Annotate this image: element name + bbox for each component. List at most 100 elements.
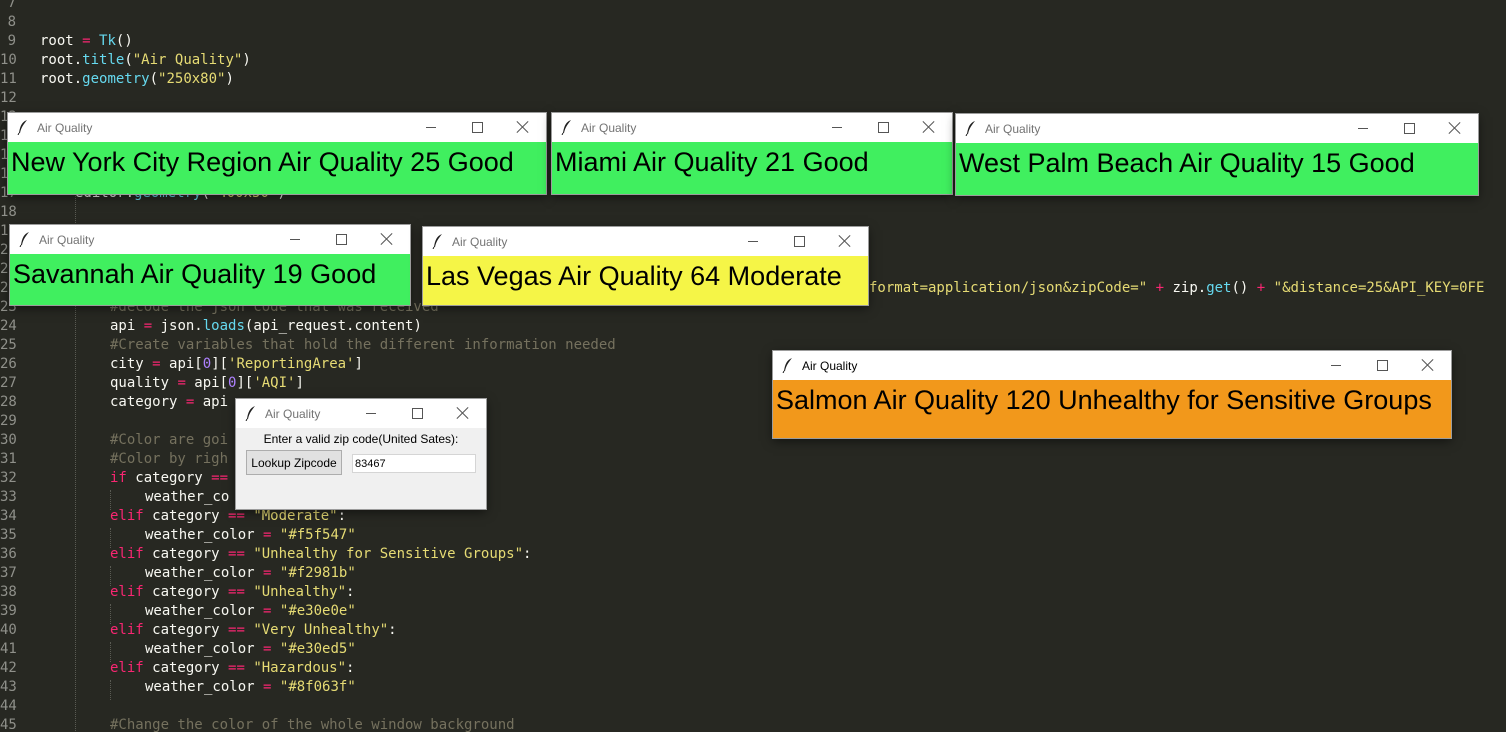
window-title: Air Quality xyxy=(985,122,1041,136)
air-quality-label: Miami Air Quality 21 Good xyxy=(552,142,952,194)
code-text: elif category == "Moderate": xyxy=(110,508,347,524)
minimize-button[interactable] xyxy=(1340,114,1386,143)
line-number: 42 xyxy=(0,660,17,676)
line-number: 38 xyxy=(0,584,17,600)
line-number: 41 xyxy=(0,641,17,657)
line-number: 18 xyxy=(0,204,17,220)
air-quality-label: Las Vegas Air Quality 64 Moderate xyxy=(423,256,868,305)
close-button[interactable] xyxy=(906,113,952,142)
line-number: 39 xyxy=(0,603,17,619)
window-title: Air Quality xyxy=(452,235,508,249)
code-text: root = Tk() xyxy=(40,33,133,49)
maximize-button[interactable] xyxy=(776,227,822,256)
line-number: 10 xyxy=(0,52,17,68)
zip-prompt-label: Enter a valid zip code(United Sates): xyxy=(263,432,459,446)
code-line: 7 xyxy=(0,0,40,13)
code-line: 25 #Create variables that hold the differ… xyxy=(0,336,616,355)
title-bar[interactable]: Air Quality xyxy=(773,351,1451,380)
close-button[interactable] xyxy=(1432,114,1478,143)
code-text: weather_color = "#8f063f" xyxy=(145,679,356,695)
code-line: 10 root.title("Air Quality") xyxy=(0,51,251,70)
close-icon xyxy=(381,233,393,245)
maximize-button[interactable] xyxy=(454,113,500,142)
line-number: 28 xyxy=(0,394,17,410)
code-text: category = api xyxy=(110,394,229,410)
line-number: 24 xyxy=(0,318,17,334)
code-line: 11 root.geometry("250x80") xyxy=(0,70,234,89)
code-text: root.geometry("250x80") xyxy=(40,71,234,87)
aq-window-west-palm-beach[interactable]: Air Quality West Palm Beach Air Quality … xyxy=(956,114,1478,195)
minimize-icon xyxy=(426,127,436,128)
maximize-icon xyxy=(878,122,889,133)
zip-lookup-window[interactable]: Air Quality Enter a valid zip code(Unite… xyxy=(236,399,486,509)
air-quality-label: New York City Region Air Quality 25 Good xyxy=(8,142,546,194)
code-text: quality = api[0]['AQI'] xyxy=(110,375,304,391)
code-text: api = json.loads(api_request.content) xyxy=(110,318,422,334)
line-number: 43 xyxy=(0,679,17,695)
line-number: 9 xyxy=(7,33,16,49)
title-bar[interactable]: Air Quality xyxy=(956,114,1478,143)
minimize-button[interactable] xyxy=(348,399,394,428)
tk-feather-icon xyxy=(17,120,27,135)
air-quality-label: Salmon Air Quality 120 Unhealthy for Sen… xyxy=(773,380,1451,438)
close-icon xyxy=(923,121,935,133)
aq-window-miami[interactable]: Air Quality Miami Air Quality 21 Good xyxy=(552,113,952,194)
title-bar[interactable]: Air Quality xyxy=(10,225,410,254)
minimize-button[interactable] xyxy=(730,227,776,256)
title-bar[interactable]: Air Quality xyxy=(8,113,546,142)
close-button[interactable] xyxy=(364,225,410,254)
maximize-button[interactable] xyxy=(318,225,364,254)
title-bar[interactable]: Air Quality xyxy=(552,113,952,142)
title-bar[interactable]: Air Quality xyxy=(236,399,486,428)
tk-feather-icon xyxy=(965,121,975,136)
minimize-button[interactable] xyxy=(408,113,454,142)
close-button[interactable] xyxy=(500,113,546,142)
zipcode-input[interactable] xyxy=(352,454,476,473)
code-text: weather_color = "#e30ed5" xyxy=(145,641,356,657)
close-button[interactable] xyxy=(1405,351,1451,380)
line-number: 36 xyxy=(0,546,17,562)
close-button[interactable] xyxy=(822,227,868,256)
aq-window-salmon[interactable]: Air Quality Salmon Air Quality 120 Unhea… xyxy=(773,351,1451,438)
maximize-icon xyxy=(472,122,483,133)
code-text: #Create variables that hold the differen… xyxy=(110,337,616,353)
maximize-button[interactable] xyxy=(1386,114,1432,143)
window-title: Air Quality xyxy=(265,407,321,421)
aq-window-las-vegas[interactable]: Air Quality Las Vegas Air Quality 64 Mod… xyxy=(423,227,868,305)
title-bar[interactable]: Air Quality xyxy=(423,227,868,256)
minimize-icon xyxy=(290,239,300,240)
maximize-button[interactable] xyxy=(394,399,440,428)
close-button[interactable] xyxy=(440,399,486,428)
line-number: 44 xyxy=(0,698,17,714)
air-quality-label: Savannah Air Quality 19 Good xyxy=(10,254,410,305)
tk-feather-icon xyxy=(245,406,255,421)
code-line: 8 xyxy=(0,13,40,32)
close-icon xyxy=(839,235,851,247)
code-text: root.title("Air Quality") xyxy=(40,52,251,68)
minimize-button[interactable] xyxy=(1313,351,1359,380)
tk-feather-icon xyxy=(19,232,29,247)
minimize-icon xyxy=(1331,365,1341,366)
code-text: format=application/json&zipCode=" + zip.… xyxy=(869,280,1485,296)
code-text: weather_color = "#e30e0e" xyxy=(145,603,356,619)
aq-window-savannah[interactable]: Air Quality Savannah Air Quality 19 Good xyxy=(10,225,410,305)
code-text: if category == xyxy=(110,470,229,486)
line-number: 37 xyxy=(0,565,17,581)
code-line: 42 elif category == "Hazardous": xyxy=(0,659,354,678)
aq-window-nyc[interactable]: Air Quality New York City Region Air Qua… xyxy=(8,113,546,194)
line-number: 26 xyxy=(0,356,17,372)
code-line: 9 root = Tk() xyxy=(0,32,133,51)
code-line: 39 weather_color = "#e30e0e" xyxy=(0,602,356,621)
code-text: elif category == "Very Unhealthy": xyxy=(110,622,397,638)
code-line: 30 #Color are goi xyxy=(0,431,228,450)
maximize-button[interactable] xyxy=(1359,351,1405,380)
code-line: 24 api = json.loads(api_request.content) xyxy=(0,317,422,336)
minimize-icon xyxy=(832,127,842,128)
line-number: 12 xyxy=(0,90,17,106)
minimize-button[interactable] xyxy=(814,113,860,142)
code-line: 35 weather_color = "#f5f547" xyxy=(0,526,356,545)
minimize-button[interactable] xyxy=(272,225,318,254)
maximize-button[interactable] xyxy=(860,113,906,142)
lookup-zipcode-button[interactable]: Lookup Zipcode xyxy=(246,450,342,475)
code-text: city = api[0]['ReportingArea'] xyxy=(110,356,363,372)
